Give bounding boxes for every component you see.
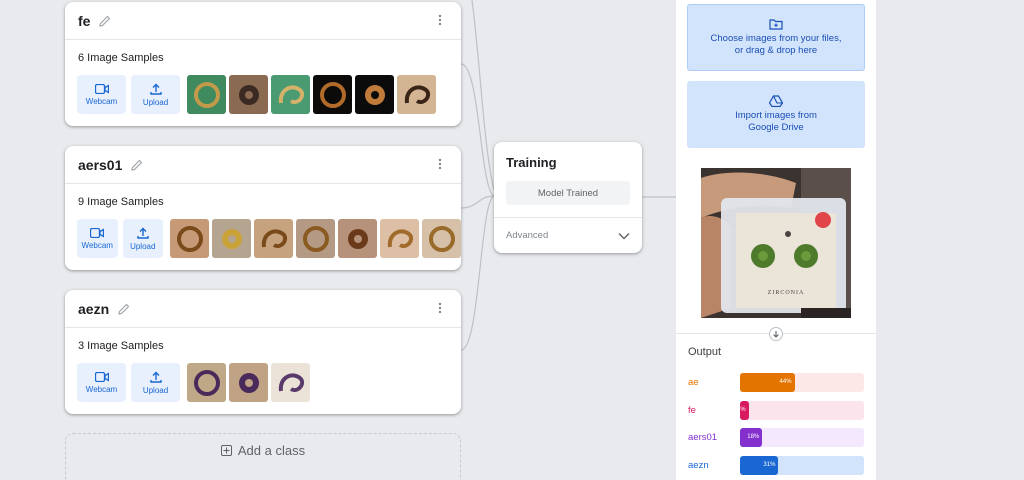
class-card-fe: fe 6 Image Samples Webcam Upload <box>65 2 461 126</box>
more-options-icon[interactable] <box>432 157 448 173</box>
output-label: ae <box>688 376 699 388</box>
output-row: aers01 18% <box>688 427 866 447</box>
webcam-button[interactable]: Webcam <box>77 219 118 258</box>
confidence-bar: 44% <box>740 372 795 392</box>
confidence-bar: % <box>740 400 749 420</box>
upload-label: Upload <box>130 241 156 251</box>
upload-icon <box>149 371 162 383</box>
thumbnail-strip <box>170 219 461 258</box>
thumbnail-strip <box>187 363 310 402</box>
sample-thumbnail[interactable] <box>187 75 226 114</box>
sample-thumbnail[interactable] <box>212 219 251 258</box>
packaging-text: ZIRCONIA <box>768 290 805 296</box>
confidence-bar: 31% <box>740 455 779 475</box>
sample-thumbnail[interactable] <box>422 219 461 258</box>
confidence-track: % <box>740 400 864 420</box>
thumbnail-strip <box>187 75 436 114</box>
plus-box-icon <box>220 444 232 456</box>
output-row: ae 44% <box>688 372 866 392</box>
output-title: Output <box>688 346 722 358</box>
sample-thumbnail[interactable] <box>229 363 268 402</box>
class-name[interactable]: aezn <box>78 301 109 317</box>
training-panel: Training Model Trained Advanced <box>494 142 642 253</box>
upload-label: Upload <box>142 385 169 395</box>
pencil-icon[interactable] <box>117 302 131 316</box>
confidence-track: 31% <box>740 455 864 475</box>
choose-files-dropzone[interactable]: Choose images from your files, or drag &… <box>687 4 865 71</box>
confidence-bar: 18% <box>740 427 763 447</box>
preview-panel: Choose images from your files, or drag &… <box>676 0 876 480</box>
upload-label: Upload <box>142 97 169 107</box>
video-camera-icon <box>90 227 105 238</box>
upload-button[interactable]: Upload <box>131 363 180 402</box>
class-card-aers01: aers01 9 Image Samples Webcam Upload <box>65 146 461 270</box>
folder-add-icon <box>769 19 783 30</box>
class-name[interactable]: aers01 <box>78 157 122 173</box>
class-card-header: aezn <box>65 290 461 328</box>
pencil-icon[interactable] <box>130 158 144 172</box>
sample-thumbnail[interactable] <box>355 75 394 114</box>
drive-import-line1: Import images from <box>735 110 817 121</box>
google-drive-import-button[interactable]: Import images from Google Drive <box>687 81 865 148</box>
choose-files-line1: Choose images from your files, <box>710 33 842 44</box>
output-label: aers01 <box>688 431 718 443</box>
sample-thumbnail[interactable] <box>271 363 310 402</box>
output-row: aezn 31% <box>688 455 866 475</box>
training-title: Training <box>506 155 557 170</box>
chevron-down-icon <box>618 232 630 240</box>
webcam-button[interactable]: Webcam <box>77 75 126 114</box>
class-card-aezn: aezn 3 Image Samples Webcam Upload <box>65 290 461 414</box>
upload-button[interactable]: Upload <box>131 75 180 114</box>
samples-count: 3 Image Samples <box>78 340 164 352</box>
upload-icon <box>137 227 149 239</box>
advanced-label: Advanced <box>506 230 549 241</box>
webcam-label: Webcam <box>85 96 118 106</box>
add-class-button[interactable]: Add a class <box>65 433 461 480</box>
samples-count: 9 Image Samples <box>78 196 164 208</box>
sample-thumbnail[interactable] <box>313 75 352 114</box>
webcam-label: Webcam <box>81 240 113 250</box>
arrow-down-icon <box>769 327 783 341</box>
upload-button[interactable]: Upload <box>122 219 163 258</box>
samples-count: 6 Image Samples <box>78 52 164 64</box>
sample-thumbnail[interactable] <box>170 219 209 258</box>
class-card-header: aers01 <box>65 146 461 184</box>
more-options-icon[interactable] <box>432 13 448 29</box>
video-camera-icon <box>94 371 109 382</box>
sample-thumbnail[interactable] <box>229 75 268 114</box>
confidence-track: 18% <box>740 427 864 447</box>
sample-thumbnail[interactable] <box>338 219 377 258</box>
sample-thumbnail[interactable] <box>380 219 419 258</box>
sample-thumbnail[interactable] <box>254 219 293 258</box>
output-row: fe % <box>688 400 866 420</box>
confidence-track: 44% <box>740 372 864 392</box>
preview-image: ZIRCONIA <box>701 168 851 318</box>
sample-thumbnail[interactable] <box>271 75 310 114</box>
more-options-icon[interactable] <box>432 301 448 317</box>
upload-icon <box>149 83 162 95</box>
drive-import-line2: Google Drive <box>748 122 804 133</box>
class-card-header: fe <box>65 2 461 40</box>
google-drive-icon <box>769 95 783 107</box>
sample-thumbnail[interactable] <box>397 75 436 114</box>
model-trained-button[interactable]: Model Trained <box>506 181 630 205</box>
video-camera-icon <box>94 83 109 94</box>
output-label: aezn <box>688 459 709 471</box>
webcam-label: Webcam <box>85 384 118 394</box>
add-class-label: Add a class <box>237 442 306 458</box>
webcam-button[interactable]: Webcam <box>77 363 126 402</box>
class-name[interactable]: fe <box>78 13 90 29</box>
choose-files-line2: or drag & drop here <box>734 45 818 56</box>
sample-thumbnail[interactable] <box>296 219 335 258</box>
pencil-icon[interactable] <box>98 14 112 28</box>
output-label: fe <box>688 404 696 416</box>
sample-thumbnail[interactable] <box>187 363 226 402</box>
advanced-toggle[interactable]: Advanced <box>494 217 642 253</box>
